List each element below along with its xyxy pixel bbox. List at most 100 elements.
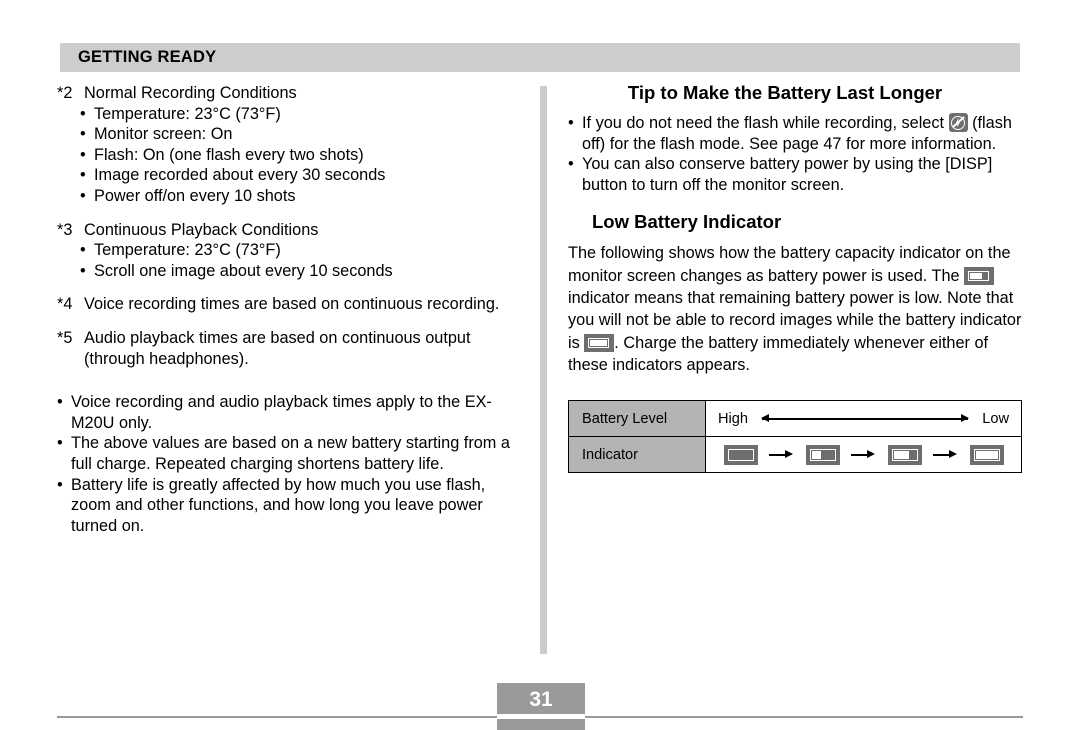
page-tab-notch bbox=[497, 714, 585, 719]
note-heading: *3 Continuous Playback Conditions bbox=[57, 220, 527, 241]
note-marker: *4 bbox=[57, 295, 73, 314]
note-marker: *3 bbox=[57, 220, 73, 239]
column-divider bbox=[540, 86, 547, 654]
battery-empty-icon bbox=[584, 333, 615, 352]
arrow-head bbox=[866, 450, 875, 459]
list-item-label: Power off/on every 10 shots bbox=[94, 186, 296, 205]
list-item: • Monitor screen: On bbox=[80, 124, 527, 145]
note-marker: *2 bbox=[57, 84, 73, 102]
list-item: • If you do not need the flash while reco… bbox=[568, 113, 1026, 154]
battery-two-thirds-icon bbox=[805, 444, 840, 465]
table-row-label: Indicator bbox=[568, 436, 706, 474]
flash-off-icon bbox=[948, 113, 968, 132]
list-item: • You can also conserve battery power by … bbox=[568, 154, 1026, 195]
battery-fill bbox=[893, 450, 909, 459]
arrow-head-left bbox=[761, 414, 770, 423]
paragraph-part-3: . Charge the battery immediately wheneve… bbox=[568, 333, 989, 374]
note-marker: *5 bbox=[57, 328, 73, 347]
battery-level-range-cell: High Low bbox=[705, 400, 1022, 438]
running-header-bar: GETTING READY bbox=[60, 43, 1020, 72]
low-battery-paragraph: The following shows how the battery capa… bbox=[568, 242, 1026, 376]
battery-full-icon bbox=[723, 444, 758, 465]
list-item: • Temperature: 23°C (73°F) bbox=[80, 240, 527, 261]
battery-shell bbox=[727, 448, 754, 461]
tip-text-before: If you do not need the flash while recor… bbox=[582, 114, 949, 132]
list-item: • Scroll one image about every 10 seconds bbox=[80, 261, 527, 282]
note-title: Audio playback times are based on contin… bbox=[84, 328, 471, 368]
list-item-label: Temperature: 23°C (73°F) bbox=[94, 241, 281, 260]
list-item-label: The above values are based on a new batt… bbox=[71, 434, 510, 473]
battery-level-range: High Low bbox=[718, 411, 1009, 427]
battery-fill bbox=[970, 272, 983, 279]
list-item: • Power off/on every 10 shots bbox=[80, 186, 527, 207]
bullet-dot-icon: • bbox=[568, 114, 574, 132]
arrow-head bbox=[784, 450, 793, 459]
page-title: GETTING READY bbox=[78, 48, 217, 66]
bullet-dot-icon: • bbox=[57, 393, 63, 412]
left-column: *2 Normal Recording Conditions • Temperat… bbox=[57, 83, 527, 536]
battery-one-third-icon bbox=[887, 444, 922, 465]
bullet-dot-icon: • bbox=[80, 166, 86, 185]
note-block-3: *3 Continuous Playback Conditions • Tempe… bbox=[57, 220, 527, 282]
general-bullet-list: • Voice recording and audio playback time… bbox=[57, 392, 527, 536]
battery-empty-icon bbox=[969, 444, 1004, 465]
note-block-2: *2 Normal Recording Conditions • Temperat… bbox=[57, 83, 527, 207]
list-item-label: Monitor screen: On bbox=[94, 125, 233, 144]
bullet-dot-icon: • bbox=[57, 475, 63, 494]
arrow-head-right bbox=[961, 414, 970, 423]
double-arrow-icon bbox=[761, 413, 970, 425]
list-item-label: Image recorded about every 30 seconds bbox=[94, 166, 386, 185]
list-item: • The above values are based on a new bat… bbox=[57, 433, 527, 474]
range-right-value: Low bbox=[982, 410, 1009, 427]
note-heading: *4 Voice recording times are based on co… bbox=[57, 294, 527, 315]
arrow-head bbox=[948, 450, 957, 459]
right-arrow-icon bbox=[850, 450, 877, 460]
bullet-dot-icon: • bbox=[80, 186, 86, 205]
bullet-dot-icon: • bbox=[80, 145, 86, 164]
table-row: Indicator bbox=[568, 436, 1022, 474]
bullet-dot-icon: • bbox=[568, 155, 574, 174]
note-title: Normal Recording Conditions bbox=[84, 84, 297, 102]
note-block-5: *5 Audio playback times are based on con… bbox=[57, 328, 527, 369]
list-item: • Flash: On (one flash every two shots) bbox=[80, 145, 527, 166]
note-heading: *2 Normal Recording Conditions bbox=[57, 83, 527, 104]
note-sublist: • Temperature: 23°C (73°F) • Scroll one im… bbox=[57, 240, 527, 281]
table-row-label: Battery Level bbox=[568, 400, 706, 438]
battery-level-table: Battery Level High Low Indicator bbox=[568, 400, 1022, 474]
paragraph-part-1: The following shows how the battery capa… bbox=[568, 244, 1011, 285]
note-title: Voice recording times are based on conti… bbox=[84, 295, 500, 314]
battery-indicator-sequence-cell bbox=[705, 436, 1022, 474]
list-item-label: Voice recording and audio playback times… bbox=[71, 393, 492, 432]
low-battery-heading: Low Battery Indicator bbox=[592, 211, 782, 233]
bullet-dot-icon: • bbox=[57, 434, 63, 453]
bullet-dot-icon: • bbox=[80, 104, 86, 123]
note-heading: *5 Audio playback times are based on con… bbox=[57, 328, 527, 369]
right-arrow-icon bbox=[768, 450, 795, 460]
battery-fill bbox=[811, 450, 821, 459]
battery-fill bbox=[590, 339, 608, 346]
list-item: • Voice recording and audio playback time… bbox=[57, 392, 527, 433]
bullet-dot-icon: • bbox=[80, 261, 86, 280]
list-item: • Image recorded about every 30 seconds bbox=[80, 165, 527, 186]
list-item-label: Flash: On (one flash every two shots) bbox=[94, 145, 364, 164]
right-arrow-icon bbox=[932, 450, 959, 460]
list-item-label: Battery life is greatly affected by how … bbox=[71, 475, 486, 535]
list-item-label: Scroll one image about every 10 seconds bbox=[94, 261, 393, 280]
tip-bullet-list: • If you do not need the flash while reco… bbox=[568, 113, 1026, 195]
bullet-dot-icon: • bbox=[80, 241, 86, 260]
note-block-4: *4 Voice recording times are based on co… bbox=[57, 294, 527, 315]
list-item-label: Temperature: 23°C (73°F) bbox=[94, 104, 281, 123]
note-title: Continuous Playback Conditions bbox=[84, 220, 319, 239]
right-column: Tip to Make the Battery Last Longer • If … bbox=[568, 82, 1026, 474]
list-item: • Battery life is greatly affected by how… bbox=[57, 475, 527, 537]
battery-two-thirds-icon bbox=[964, 266, 995, 285]
arrow-line bbox=[762, 418, 969, 420]
battery-fill bbox=[975, 450, 998, 459]
note-sublist: • Temperature: 23°C (73°F) • Monitor scree… bbox=[57, 104, 527, 207]
bullet-dot-icon: • bbox=[80, 125, 86, 144]
tip-text-before: You can also conserve battery power by u… bbox=[582, 155, 993, 194]
table-row: Battery Level High Low bbox=[568, 400, 1022, 438]
battery-indicator-sequence bbox=[718, 444, 1009, 465]
